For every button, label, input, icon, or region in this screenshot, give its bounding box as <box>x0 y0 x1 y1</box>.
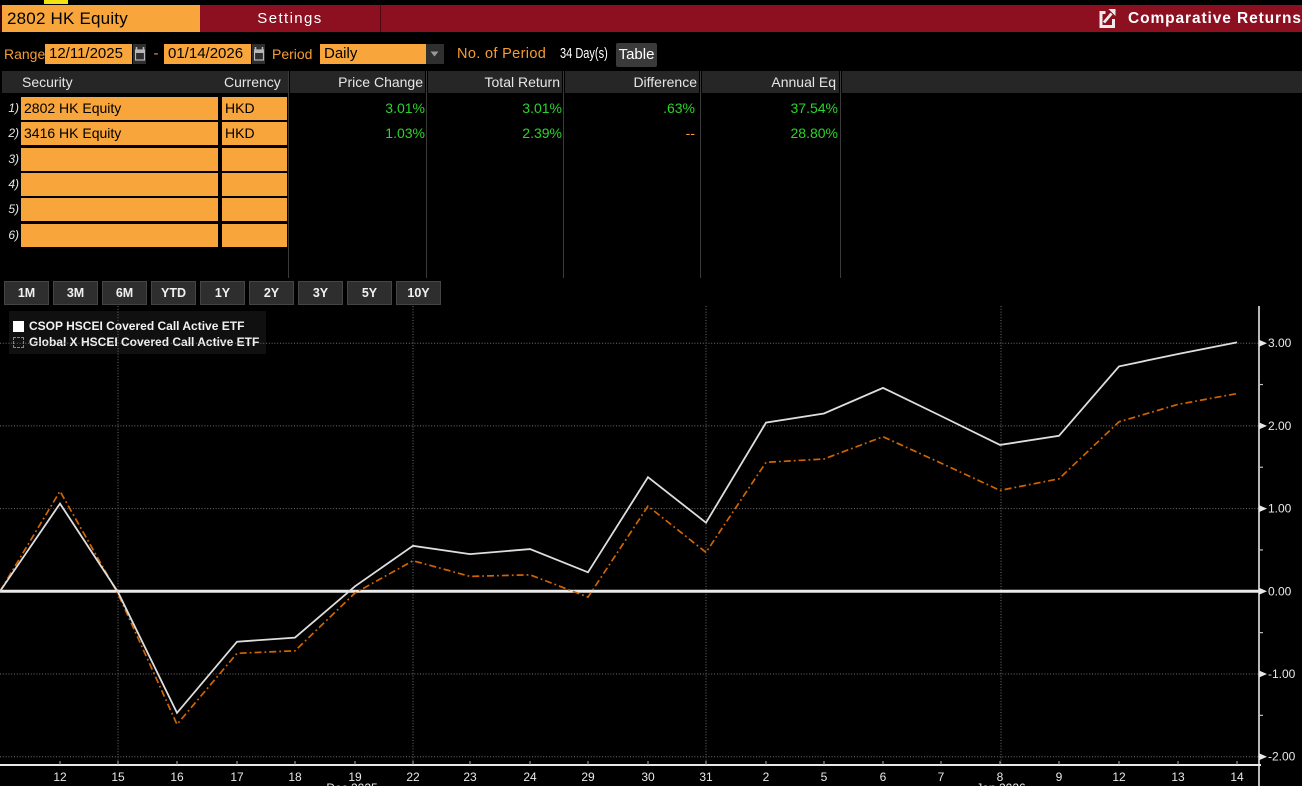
svg-text:13: 13 <box>1171 770 1185 784</box>
svg-text:18: 18 <box>288 770 302 784</box>
svg-text:5: 5 <box>821 770 828 784</box>
svg-text:3.00: 3.00 <box>1268 336 1292 350</box>
svg-text:Jan 2026: Jan 2026 <box>976 781 1026 786</box>
svg-text:31: 31 <box>699 770 713 784</box>
svg-text:24: 24 <box>523 770 537 784</box>
svg-text:Dec 2025: Dec 2025 <box>326 781 378 786</box>
svg-text:29: 29 <box>581 770 595 784</box>
svg-text:17: 17 <box>230 770 244 784</box>
svg-text:9: 9 <box>1056 770 1063 784</box>
svg-text:23: 23 <box>463 770 477 784</box>
svg-text:2: 2 <box>763 770 770 784</box>
svg-text:-2.00: -2.00 <box>1268 750 1296 764</box>
svg-text:12: 12 <box>1112 770 1126 784</box>
svg-text:2.00: 2.00 <box>1268 419 1292 433</box>
svg-text:15: 15 <box>111 770 125 784</box>
svg-text:7: 7 <box>938 770 945 784</box>
svg-text:1.00: 1.00 <box>1268 502 1292 516</box>
svg-text:6: 6 <box>880 770 887 784</box>
svg-text:16: 16 <box>170 770 184 784</box>
svg-text:-1.00: -1.00 <box>1268 667 1296 681</box>
svg-text:0.00: 0.00 <box>1268 584 1292 598</box>
svg-text:14: 14 <box>1230 770 1244 784</box>
svg-text:22: 22 <box>406 770 420 784</box>
svg-text:12: 12 <box>53 770 67 784</box>
svg-text:30: 30 <box>641 770 655 784</box>
